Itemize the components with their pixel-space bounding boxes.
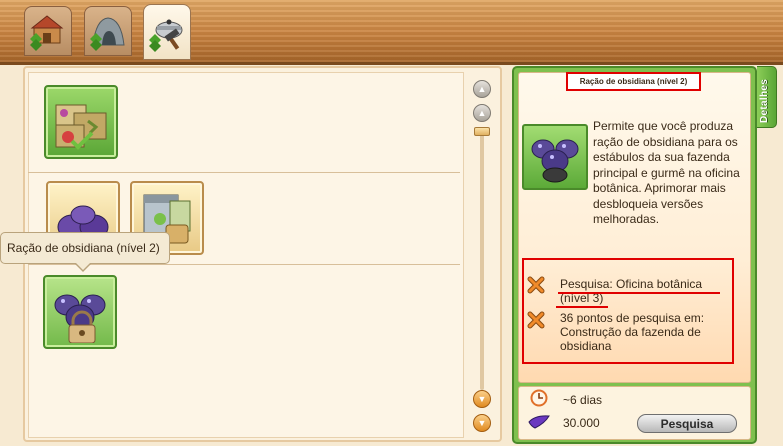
stone-cave-icon — [90, 17, 125, 51]
double-down-icon: ▼ — [477, 418, 487, 428]
requirement-research-line1: Pesquisa: Oficina botânica — [560, 277, 703, 291]
tab-cooking[interactable] — [143, 4, 191, 60]
requirement-points-line2: Construção da fazenda de — [560, 325, 701, 339]
scroll-thumb[interactable] — [474, 127, 490, 136]
research-points-icon — [528, 415, 550, 429]
research-item-feed-packages[interactable] — [44, 85, 118, 159]
cross-icon — [527, 311, 545, 329]
double-up-icon: ▲ — [477, 84, 487, 94]
research-button[interactable]: Pesquisa — [637, 414, 737, 433]
up-icon: ▲ — [477, 108, 487, 118]
details-side-tab[interactable]: Detalhes — [757, 66, 777, 128]
details-description: Permite que você produza ração de obsidi… — [593, 119, 740, 226]
research-duration: ~6 dias — [563, 393, 603, 407]
tooltip-arrow — [74, 262, 92, 272]
row-divider — [28, 264, 460, 265]
scroll-down-button[interactable]: ▼ — [473, 390, 491, 408]
obsidian-sacks-icon — [531, 139, 579, 183]
feed-packages-icon — [55, 104, 107, 150]
side-tab-label: Detalhes — [759, 78, 770, 123]
research-item-obsidian-feed-2[interactable] — [43, 275, 117, 349]
details-title: Ração de obsidiana (nível 2) — [566, 72, 701, 91]
cross-icon — [527, 276, 545, 294]
down-icon: ▼ — [477, 394, 487, 404]
tab-farm[interactable] — [24, 6, 72, 56]
scroll-bottom-button[interactable]: ▼ — [473, 414, 491, 432]
clock-icon — [530, 389, 548, 407]
scroll-track[interactable] — [480, 128, 484, 390]
item-tooltip: Ração de obsidiana (nível 2) — [0, 232, 170, 264]
row-divider — [28, 172, 460, 173]
requirement-research: Pesquisa: Oficina botânica (nível 3) — [560, 277, 730, 305]
annotation-underline — [558, 292, 720, 294]
scroll-up-button[interactable]: ▲ — [473, 104, 491, 122]
cooking-pot-hammer-icon — [149, 19, 183, 52]
requirement-points-line1: 36 pontos de pesquisa em: — [560, 311, 705, 325]
tab-cave[interactable] — [84, 6, 132, 56]
annotation-underline — [556, 306, 608, 308]
tooltip-text: Ração de obsidiana (nível 2) — [7, 241, 160, 255]
farm-house-icon — [30, 15, 64, 51]
locked-obsidian-sacks-icon — [54, 294, 106, 343]
requirement-points-line3: obsidiana — [560, 339, 612, 353]
details-image — [522, 124, 588, 190]
scroll-top-button[interactable]: ▲ — [473, 80, 491, 98]
research-cost: 30.000 — [563, 416, 600, 430]
requirement-points: 36 pontos de pesquisa em: Construção da … — [560, 311, 732, 353]
